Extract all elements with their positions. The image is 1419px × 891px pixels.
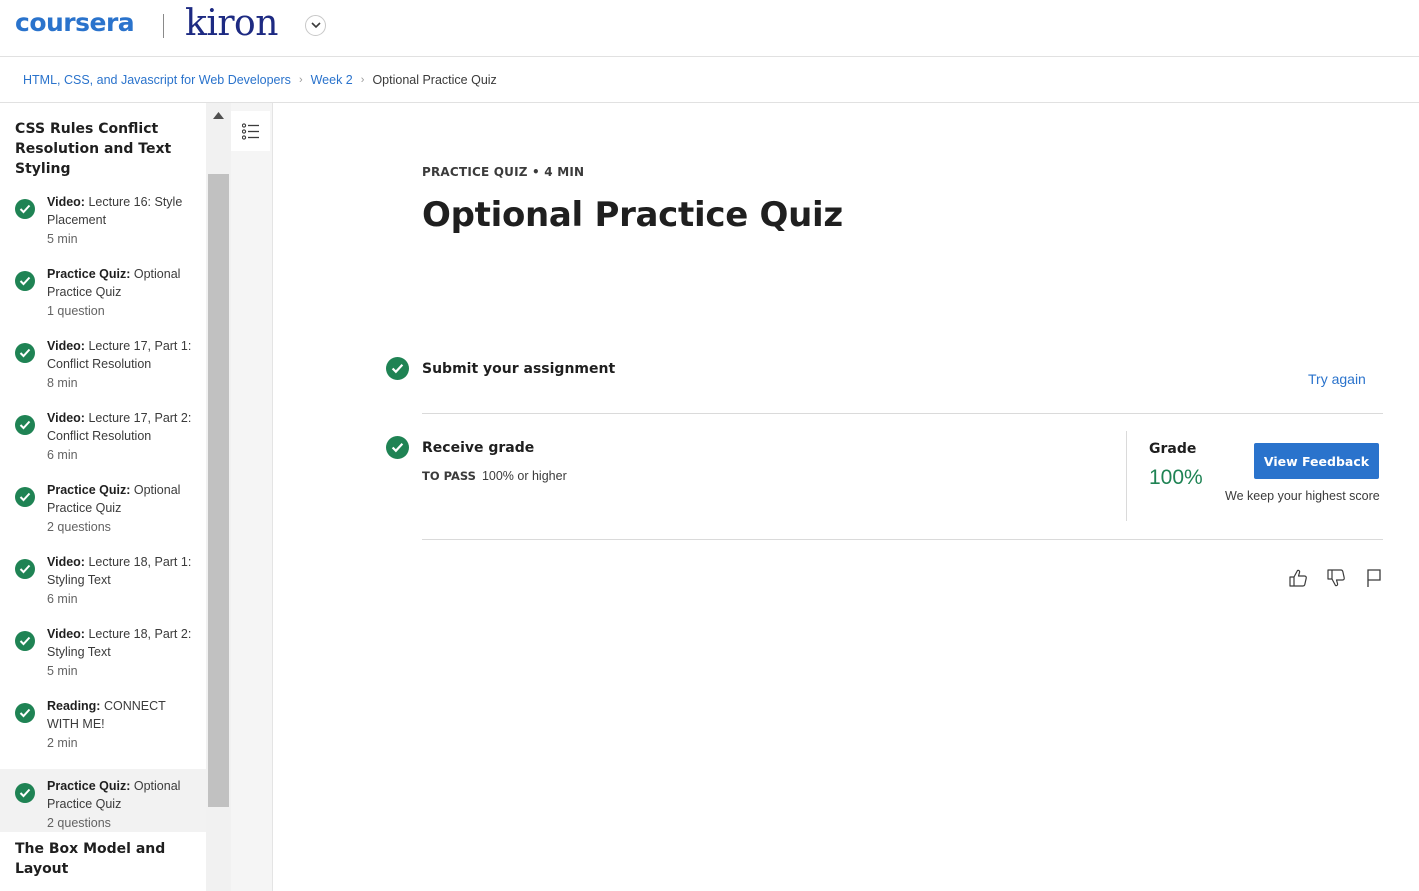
- item-kind: Video:: [47, 555, 85, 569]
- completed-check-icon: [15, 343, 35, 363]
- top-header: coursera kiron: [0, 0, 1419, 57]
- flag-icon[interactable]: [1363, 567, 1385, 589]
- sidebar-item[interactable]: Video: Lecture 16: Style Placement 5 min: [0, 193, 206, 265]
- completed-check-icon: [386, 357, 409, 380]
- sidebar-item[interactable]: Video: Lecture 17, Part 2: Conflict Reso…: [0, 409, 206, 481]
- item-kind: Practice Quiz:: [47, 267, 131, 281]
- view-feedback-button[interactable]: View Feedback: [1254, 443, 1379, 479]
- completed-check-icon: [15, 415, 35, 435]
- grade-value: 100%: [1149, 466, 1203, 489]
- sidebar-item[interactable]: Practice Quiz: Optional Practice Quiz 1 …: [0, 265, 206, 337]
- item-meta: 1 question: [47, 304, 105, 318]
- item-kind: Video:: [47, 627, 85, 641]
- breadcrumb-course-link[interactable]: HTML, CSS, and Javascript for Web Develo…: [23, 73, 291, 87]
- item-meta: 2 questions: [47, 520, 111, 534]
- feedback-actions: [1287, 567, 1385, 589]
- to-pass-requirement: TO PASS 100% or higher: [422, 469, 567, 483]
- logo-divider: [163, 14, 164, 38]
- scrollbar-thumb[interactable]: [208, 174, 229, 807]
- item-meta: 2 min: [47, 736, 78, 750]
- item-kind: Practice Quiz:: [47, 779, 131, 793]
- item-kind: Practice Quiz:: [47, 483, 131, 497]
- coursera-logo[interactable]: coursera: [15, 8, 135, 37]
- breadcrumb-week-link[interactable]: Week 2: [311, 73, 353, 87]
- main-content: PRACTICE QUIZ • 4 MIN Optional Practice …: [273, 103, 1419, 891]
- thumbs-down-icon[interactable]: [1325, 567, 1347, 589]
- page-title: Optional Practice Quiz: [422, 195, 843, 235]
- completed-check-icon: [386, 436, 409, 459]
- chevron-down-icon[interactable]: [305, 15, 326, 36]
- completed-check-icon: [15, 559, 35, 579]
- item-meta: 5 min: [47, 232, 78, 246]
- item-meta: 6 min: [47, 448, 78, 462]
- thumbs-up-icon[interactable]: [1287, 567, 1309, 589]
- item-type-eyebrow: PRACTICE QUIZ • 4 MIN: [422, 165, 585, 179]
- sidebar-scrollbar[interactable]: [206, 103, 231, 891]
- grade-label: Grade: [1149, 441, 1197, 457]
- item-meta: 8 min: [47, 376, 78, 390]
- breadcrumb: HTML, CSS, and Javascript for Web Develo…: [0, 57, 1419, 103]
- completed-check-icon: [15, 631, 35, 651]
- sidebar-item-active[interactable]: Practice Quiz: Optional Practice Quiz 2 …: [0, 769, 206, 841]
- divider: [422, 539, 1383, 540]
- sidebar-item[interactable]: Reading: CONNECT WITH ME! 2 min: [0, 697, 206, 769]
- item-meta: 6 min: [47, 592, 78, 606]
- item-kind: Video:: [47, 339, 85, 353]
- sidebar-item[interactable]: Video: Lecture 18, Part 1: Styling Text …: [0, 553, 206, 625]
- chevron-right-icon: ›: [360, 73, 365, 86]
- receive-grade-title: Receive grade: [422, 440, 535, 456]
- section-title[interactable]: CSS Rules Conflict Resolution and Text S…: [0, 103, 206, 179]
- scroll-up-arrow-icon[interactable]: [206, 103, 231, 127]
- outline-list-icon[interactable]: [231, 111, 270, 151]
- item-kind: Reading:: [47, 699, 101, 713]
- to-pass-value: 100% or higher: [481, 469, 567, 483]
- outline-rail: [231, 103, 273, 891]
- vertical-divider: [1126, 431, 1127, 521]
- divider: [422, 413, 1383, 414]
- next-section-title[interactable]: The Box Model and Layout: [0, 832, 206, 879]
- sidebar-item[interactable]: Video: Lecture 18, Part 2: Styling Text …: [0, 625, 206, 697]
- sidebar-item[interactable]: Practice Quiz: Optional Practice Quiz 2 …: [0, 481, 206, 553]
- item-meta: 5 min: [47, 664, 78, 678]
- completed-check-icon: [15, 487, 35, 507]
- item-meta: 2 questions: [47, 816, 111, 830]
- completed-check-icon: [15, 703, 35, 723]
- submit-step-title: Submit your assignment: [422, 361, 616, 377]
- chevron-right-icon: ›: [298, 73, 303, 86]
- to-pass-label: TO PASS: [422, 469, 476, 483]
- course-outline-sidebar: CSS Rules Conflict Resolution and Text S…: [0, 103, 206, 891]
- completed-check-icon: [15, 271, 35, 291]
- completed-check-icon: [15, 199, 35, 219]
- try-again-link[interactable]: Try again: [1308, 371, 1366, 387]
- highest-score-note: We keep your highest score: [1225, 489, 1380, 503]
- item-kind: Video:: [47, 411, 85, 425]
- sidebar-item[interactable]: Video: Lecture 17, Part 1: Conflict Reso…: [0, 337, 206, 409]
- completed-check-icon: [15, 783, 35, 803]
- item-kind: Video:: [47, 195, 85, 209]
- breadcrumb-current: Optional Practice Quiz: [372, 72, 497, 87]
- partner-logo[interactable]: kiron: [185, 3, 278, 44]
